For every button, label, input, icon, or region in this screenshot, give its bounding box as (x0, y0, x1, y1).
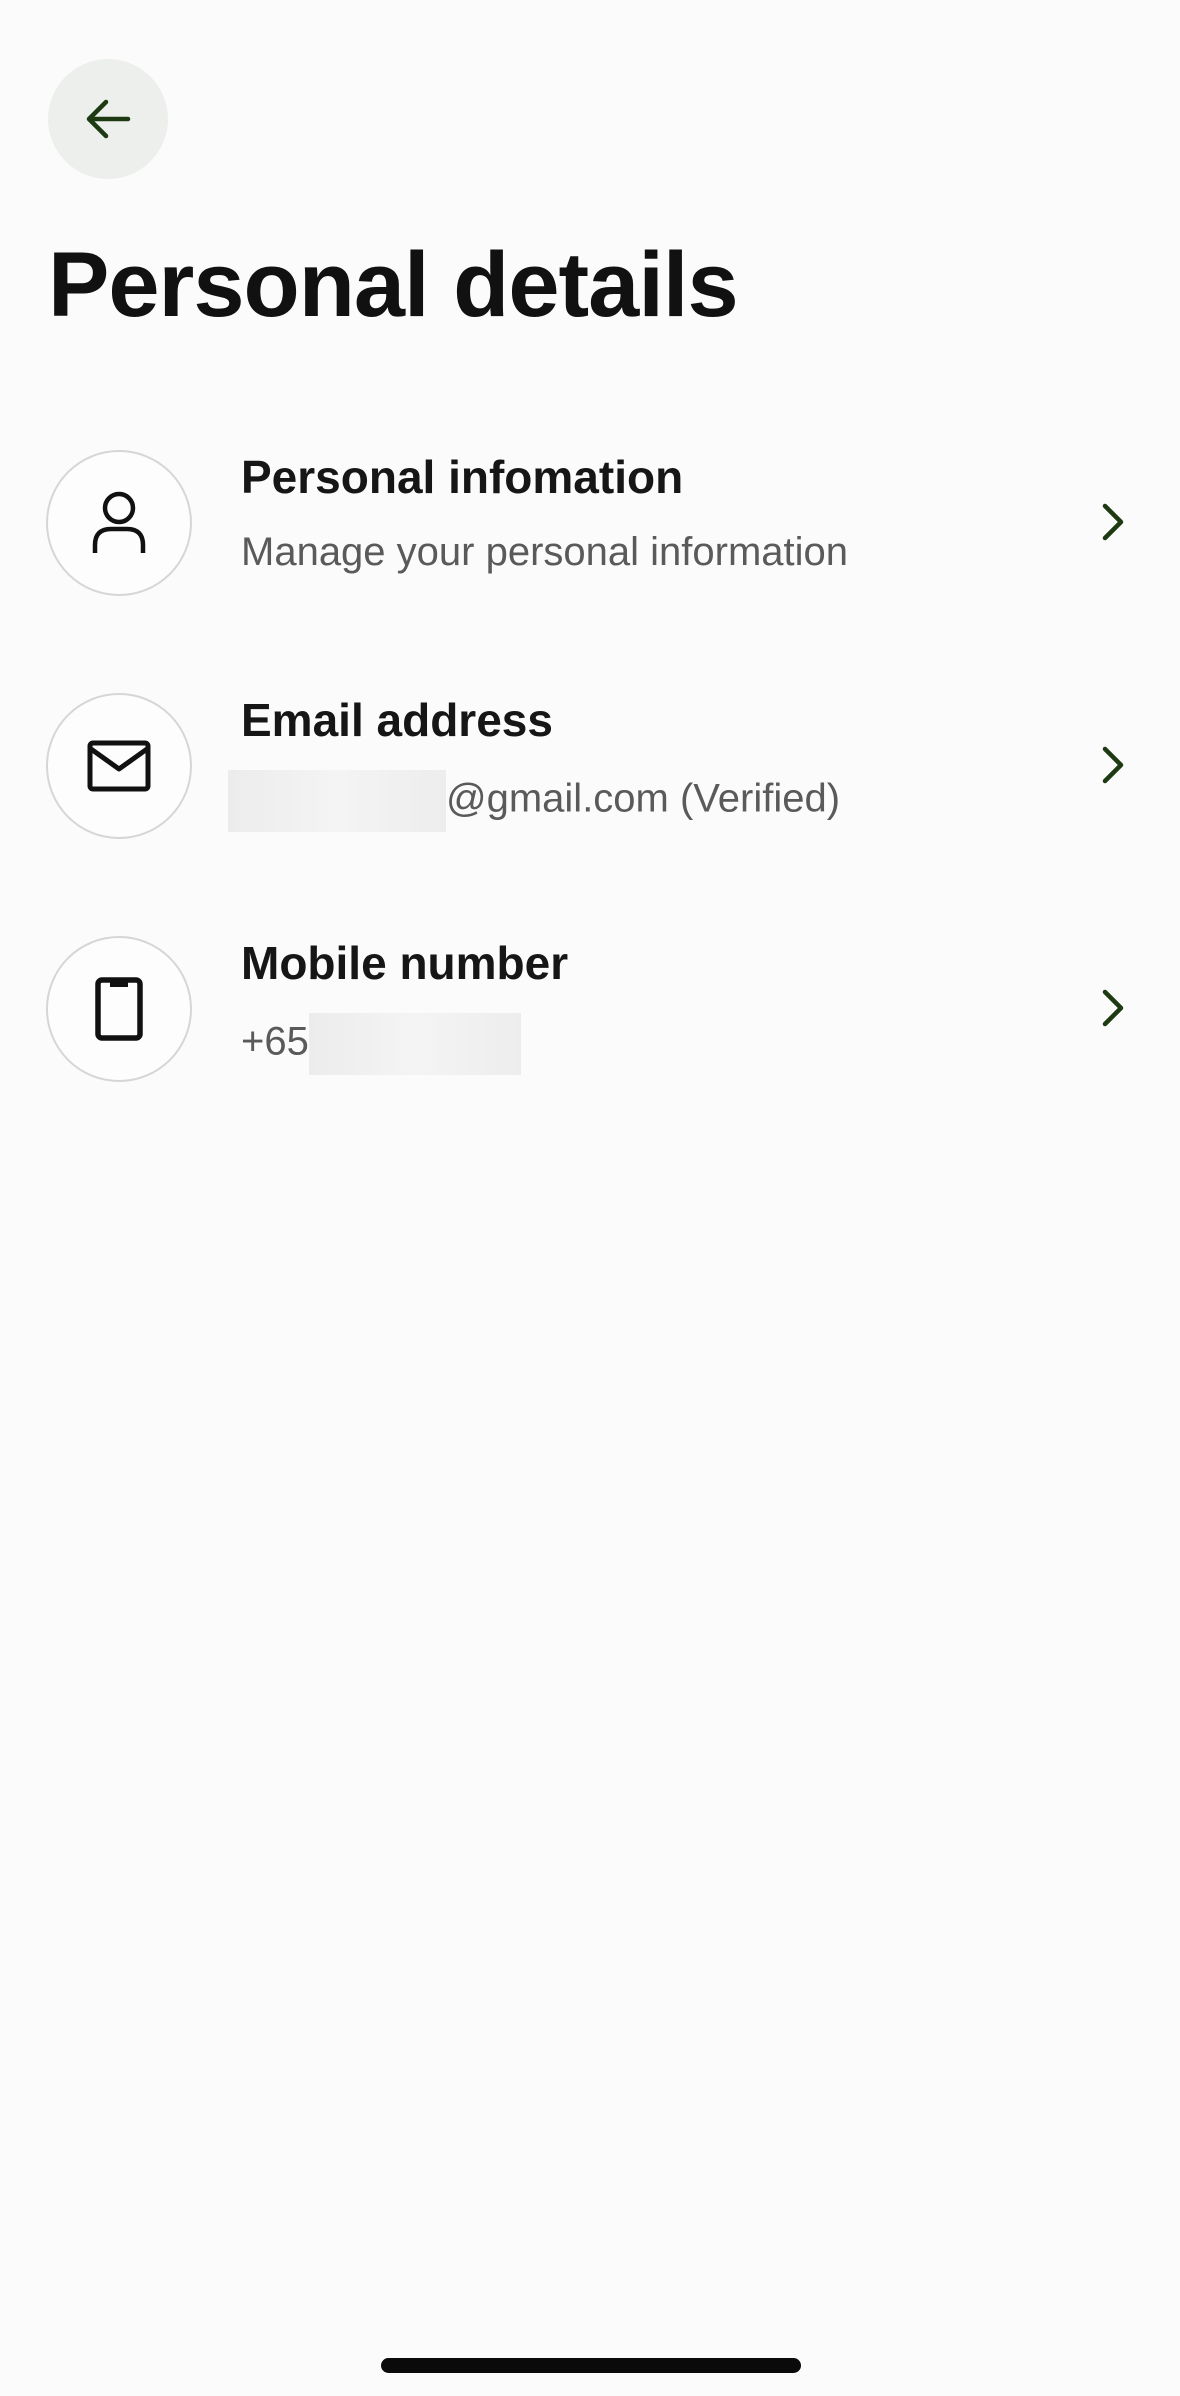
phone-icon (95, 977, 143, 1041)
phone-icon-circle (46, 936, 192, 1082)
page-title: Personal details (48, 234, 739, 336)
back-button[interactable] (48, 59, 168, 179)
mail-icon-circle (46, 693, 192, 839)
mail-icon (87, 740, 151, 792)
personal-information-item[interactable]: Personal infomation Manage your personal… (0, 432, 1180, 612)
mobile-number-item[interactable]: Mobile number +65 (0, 918, 1180, 1098)
redacted-email (228, 770, 446, 832)
personal-information-subtitle: Manage your personal information (241, 530, 849, 574)
email-address-item[interactable]: Email address @gmail.com (Verified) (0, 675, 1180, 855)
arrow-left-icon (86, 99, 131, 139)
person-icon-circle (46, 450, 192, 596)
person-icon (92, 491, 146, 553)
chevron-right-icon (1094, 741, 1130, 789)
email-address-title: Email address (241, 694, 553, 746)
chevron-right-icon (1094, 498, 1130, 546)
redacted-phone (308, 1013, 521, 1075)
mobile-number-value: +65 (241, 1013, 521, 1075)
home-indicator (381, 2358, 801, 2373)
email-domain-text: @gmail.com (Verified) (446, 776, 841, 821)
personal-information-title: Personal infomation (241, 451, 684, 503)
chevron-right-icon (1094, 984, 1130, 1032)
country-code-text: +65 (241, 1019, 309, 1064)
mobile-number-title: Mobile number (241, 937, 569, 989)
email-address-value: @gmail.com (Verified) (228, 770, 840, 832)
